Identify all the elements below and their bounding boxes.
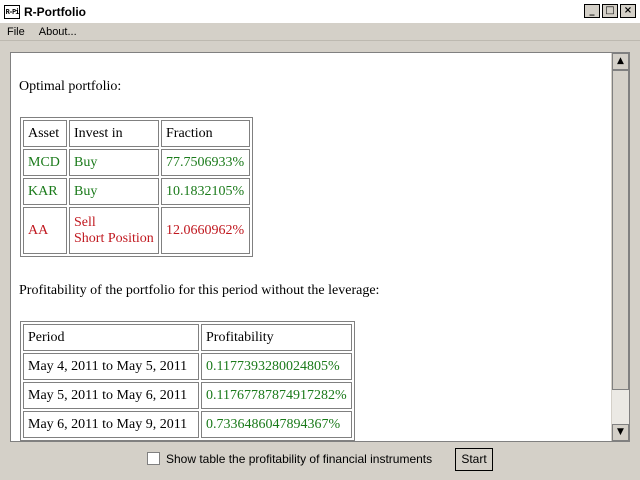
window-controls: _ □ × (584, 4, 636, 18)
profitability-table-checkbox[interactable] (147, 452, 160, 465)
asset-cell: AA (23, 207, 67, 254)
period-cell: May 4, 2011 to May 5, 2011 (23, 353, 199, 380)
table-row: May 5, 2011 to May 6, 2011 0.11767787874… (23, 382, 352, 409)
invest-action: Sell (74, 214, 96, 230)
maximize-button[interactable]: □ (602, 4, 618, 18)
optimal-portfolio-heading: Optimal portfolio: (19, 79, 122, 94)
asset-cell: MCD (23, 149, 67, 176)
minimize-button[interactable]: _ (584, 4, 600, 18)
invest-cell: Sell Short Position (69, 207, 159, 254)
table-header-row: Asset Invest in Fraction (23, 120, 250, 147)
menu-about[interactable]: About... (32, 26, 84, 38)
app-window: R-Pi R-Portfolio _ □ × File About... Opt… (0, 0, 640, 480)
header-profitability: Profitability (201, 324, 352, 351)
header-invest-in: Invest in (69, 120, 159, 147)
footer-bar: Show table the profitability of financia… (0, 444, 640, 476)
portfolio-table: Asset Invest in Fraction MCD Buy 77.7506… (20, 117, 253, 257)
window-title: R-Portfolio (24, 4, 86, 19)
checkbox-label[interactable]: Show table the profitability of financia… (166, 452, 432, 466)
app-icon: R-Pi (4, 4, 20, 19)
vertical-scrollbar[interactable]: ▲ ▼ (611, 53, 629, 441)
scroll-thumb[interactable] (612, 70, 629, 390)
report-document: Optimal portfolio: Asset Invest in Fract… (11, 53, 611, 441)
invest-cell: Buy (69, 178, 159, 205)
table-row: AA Sell Short Position 12.0660962% (23, 207, 250, 254)
profit-cell: 0.1177393280024805% (201, 353, 352, 380)
period-cell: May 5, 2011 to May 6, 2011 (23, 382, 199, 409)
profitability-heading: Profitability of the portfolio for this … (19, 283, 380, 298)
header-fraction: Fraction (161, 120, 250, 147)
menu-bar: File About... (0, 23, 640, 41)
header-asset: Asset (23, 120, 67, 147)
invest-cell: Buy (69, 149, 159, 176)
invest-action-detail: Short Position (74, 230, 154, 246)
start-button[interactable]: Start (455, 448, 493, 471)
table-row: May 6, 2011 to May 9, 2011 0.73364860478… (23, 411, 352, 438)
report-view: Optimal portfolio: Asset Invest in Fract… (10, 52, 630, 442)
profit-cell: 0.7336486047894367% (201, 411, 352, 438)
fraction-cell: 12.0660962% (161, 207, 250, 254)
close-button[interactable]: × (620, 4, 636, 18)
profit-cell: 0.11767787874917282% (201, 382, 352, 409)
fraction-cell: 10.1832105% (161, 178, 250, 205)
table-row: KAR Buy 10.1832105% (23, 178, 250, 205)
menu-file[interactable]: File (0, 26, 32, 38)
asset-cell: KAR (23, 178, 67, 205)
title-bar[interactable]: R-Pi R-Portfolio _ □ × (0, 0, 640, 23)
table-row: MCD Buy 77.7506933% (23, 149, 250, 176)
scroll-down-icon[interactable]: ▼ (612, 424, 629, 441)
fraction-cell: 77.7506933% (161, 149, 250, 176)
table-row: May 4, 2011 to May 5, 2011 0.11773932800… (23, 353, 352, 380)
scroll-up-icon[interactable]: ▲ (612, 53, 629, 70)
header-period: Period (23, 324, 199, 351)
profitability-table: Period Profitability May 4, 2011 to May … (20, 321, 355, 441)
table-header-row: Period Profitability (23, 324, 352, 351)
period-cell: May 6, 2011 to May 9, 2011 (23, 411, 199, 438)
